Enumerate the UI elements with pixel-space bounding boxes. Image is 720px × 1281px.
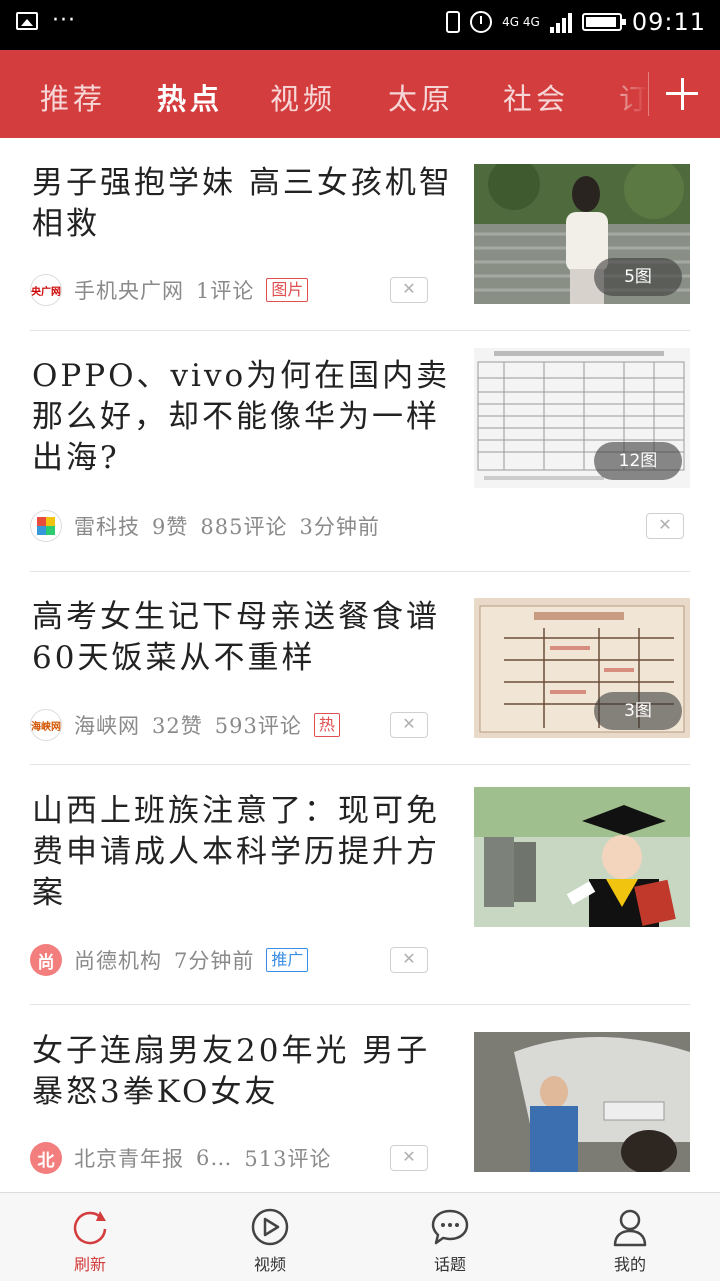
bottom-nav: 刷新 视频 话题 我的 <box>0 1192 720 1281</box>
dismiss-button[interactable]: ✕ <box>390 277 428 303</box>
comment-count: 513评论 <box>244 1147 332 1171</box>
more-notifications-icon: ··· <box>52 8 76 33</box>
news-title[interactable]: 男子强抱学妹 高三女孩机智相救 <box>32 163 460 245</box>
nav-label: 刷新 <box>73 1255 106 1274</box>
news-title[interactable]: 女子连扇男友20年光 男子暴怒3拳KO女友 <box>32 1031 460 1113</box>
tab-hot[interactable]: 热点 <box>157 76 223 118</box>
dismiss-button[interactable]: ✕ <box>390 712 428 738</box>
comment-count: 593评论 <box>214 714 302 738</box>
dismiss-button[interactable]: ✕ <box>646 513 684 539</box>
source-name[interactable]: 尚德机构 <box>74 945 162 975</box>
source-name[interactable]: 雷科技 <box>74 511 140 541</box>
news-thumbnail[interactable] <box>474 787 690 927</box>
source-name[interactable]: 海峡网 <box>74 710 140 740</box>
image-count-badge: 5图 <box>594 258 682 296</box>
news-thumbnail[interactable] <box>474 1032 690 1172</box>
source-logo <box>30 510 62 542</box>
image-count-badge: 12图 <box>594 442 682 480</box>
signal-icon <box>549 11 572 33</box>
like-count: 32赞 <box>152 714 203 738</box>
news-thumbnail[interactable]: 5图 <box>474 164 690 304</box>
news-meta: 央广网 手机央广网 1评论 图片 <box>30 273 309 307</box>
play-icon <box>251 1208 289 1246</box>
channel-tab-bar: 推荐 热点 视频 太原 社会 订阅 <box>0 50 720 138</box>
news-meta: 尚 尚德机构 7分钟前 推广 <box>30 943 309 977</box>
refresh-icon <box>73 1211 107 1245</box>
news-meta: 北 北京青年报 6… 513评论 <box>30 1141 343 1175</box>
image-notification-icon <box>16 12 38 30</box>
comment-count: 885评论 <box>200 515 288 539</box>
source-name[interactable]: 手机央广网 <box>74 275 184 305</box>
news-meta: 海峡网 海峡网 32赞 593评论 热 <box>30 708 340 742</box>
source-name[interactable]: 北京青年报 <box>74 1143 184 1173</box>
nav-topics[interactable]: 话题 <box>360 1193 540 1281</box>
alarm-icon <box>470 11 493 33</box>
vibrate-icon <box>446 11 461 33</box>
news-title[interactable]: 山西上班族注意了：现可免费申请成人本科学历提升方案 <box>32 791 460 914</box>
news-title[interactable]: OPPO、vivo为何在国内卖那么好，却不能像华为一样出海? <box>32 356 460 479</box>
publish-time: 3分钟前 <box>299 515 380 539</box>
news-item[interactable]: 山西上班族注意了：现可免费申请成人本科学历提升方案 尚 尚德机构 7分钟前 推广… <box>0 765 720 1005</box>
battery-icon <box>581 13 626 31</box>
dismiss-button[interactable]: ✕ <box>390 947 428 973</box>
ad-badge: 推广 <box>266 948 309 972</box>
chat-icon <box>431 1209 469 1245</box>
news-item[interactable]: OPPO、vivo为何在国内卖那么好，却不能像华为一样出海? 雷科技 9赞 88… <box>0 331 720 572</box>
news-item[interactable]: 高考女生记下母亲送餐食谱 60天饭菜从不重样 海峡网 海峡网 32赞 593评论… <box>0 572 720 765</box>
news-item[interactable]: 女子连扇男友20年光 男子暴怒3拳KO女友 北 北京青年报 6… 513评论 ✕ <box>0 1005 720 1192</box>
user-icon <box>613 1209 647 1247</box>
nav-me[interactable]: 我的 <box>540 1193 720 1281</box>
dismiss-button[interactable]: ✕ <box>390 1145 428 1171</box>
status-bar: ··· 4G 4G 09:11 <box>0 0 720 50</box>
comment-count: 1评论 <box>196 279 255 303</box>
nav-label: 话题 <box>433 1255 466 1274</box>
news-item[interactable]: 男子强抱学妹 高三女孩机智相救 央广网 手机央广网 1评论 图片 ✕ 5图 <box>0 138 720 331</box>
image-count-badge: 3图 <box>594 692 682 730</box>
add-channel-button[interactable] <box>648 50 720 138</box>
tab-recommend[interactable]: 推荐 <box>40 76 106 118</box>
nav-video[interactable]: 视频 <box>180 1193 360 1281</box>
tab-taiyuan[interactable]: 太原 <box>388 76 454 118</box>
tab-video[interactable]: 视频 <box>270 76 336 118</box>
news-title[interactable]: 高考女生记下母亲送餐食谱 60天饭菜从不重样 <box>32 597 460 679</box>
source-logo: 央广网 <box>30 274 62 306</box>
publish-time: 7分钟前 <box>174 949 255 973</box>
source-logo: 海峡网 <box>30 709 62 741</box>
source-logo: 尚 <box>30 944 62 976</box>
news-thumbnail[interactable]: 3图 <box>474 598 690 738</box>
clock: 09:11 <box>631 8 706 36</box>
nav-label: 我的 <box>613 1255 646 1274</box>
tag-badge: 图片 <box>266 278 309 302</box>
like-count: 9赞 <box>152 515 189 539</box>
network-type: 4G 4G <box>502 15 540 29</box>
nav-label: 视频 <box>253 1255 286 1274</box>
nav-refresh[interactable]: 刷新 <box>0 1193 180 1281</box>
news-thumbnail[interactable]: 12图 <box>474 348 690 488</box>
source-logo: 北 <box>30 1142 62 1174</box>
tab-society[interactable]: 社会 <box>503 76 569 118</box>
news-meta: 雷科技 9赞 885评论 3分钟前 <box>30 509 392 543</box>
hot-badge: 热 <box>313 713 340 737</box>
like-count: 6… <box>196 1146 233 1170</box>
